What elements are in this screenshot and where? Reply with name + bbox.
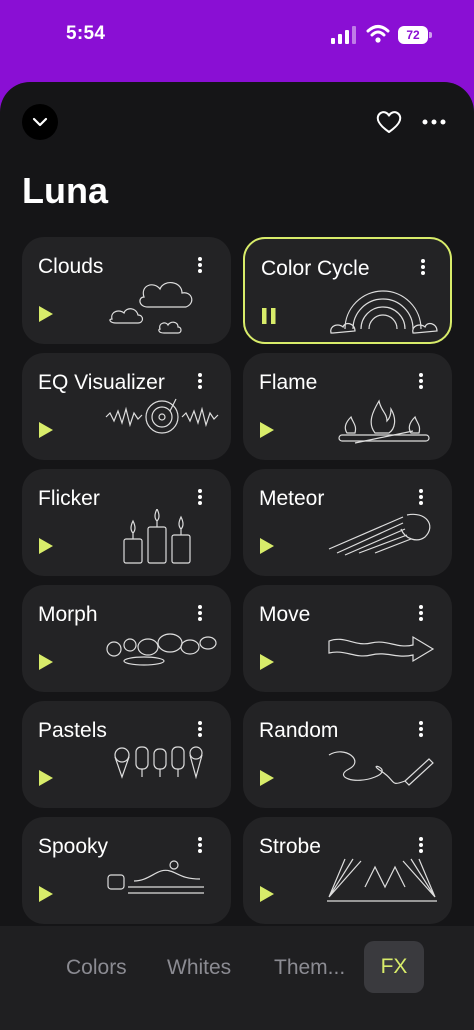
effect-name: Color Cycle xyxy=(261,257,370,280)
play-icon[interactable] xyxy=(38,305,54,323)
battery-level: 72 xyxy=(398,26,428,44)
effect-card-pastels[interactable]: Pastels xyxy=(22,701,231,808)
card-more-icon[interactable] xyxy=(190,835,210,855)
card-more-icon[interactable] xyxy=(411,603,431,623)
card-more-icon[interactable] xyxy=(190,603,210,623)
tab-fx[interactable]: FX xyxy=(364,941,424,993)
play-icon[interactable] xyxy=(259,885,275,903)
effect-name: Pastels xyxy=(38,719,107,742)
effect-name: Flicker xyxy=(38,487,100,510)
meteor-icon xyxy=(325,509,440,567)
page-title: Luna xyxy=(22,170,108,211)
effect-name: Spooky xyxy=(38,835,109,858)
play-icon[interactable] xyxy=(38,537,54,555)
play-icon[interactable] xyxy=(259,769,275,787)
candles-icon xyxy=(104,507,219,567)
effect-card-meteor[interactable]: Meteor xyxy=(243,469,452,576)
effect-card-move[interactable]: Move xyxy=(243,585,452,692)
card-more-icon[interactable] xyxy=(411,371,431,391)
effect-card-spooky[interactable]: Spooky xyxy=(22,817,231,924)
card-more-icon[interactable] xyxy=(190,371,210,391)
play-icon[interactable] xyxy=(38,653,54,671)
ghost-train-icon xyxy=(104,857,219,915)
cellular-signal-icon xyxy=(331,26,356,44)
effect-name: Flame xyxy=(259,371,318,394)
effect-card-flicker[interactable]: Flicker xyxy=(22,469,231,576)
card-more-icon[interactable] xyxy=(411,719,431,739)
rainbow-icon xyxy=(327,279,442,337)
effect-name: Random xyxy=(259,719,339,742)
effects-sheet: Luna Clouds Color Cycle EQ Visualizer Fl… xyxy=(0,82,474,1030)
effect-name: Meteor xyxy=(259,487,325,510)
blobs-icon xyxy=(104,625,219,683)
pause-icon[interactable] xyxy=(261,307,277,325)
card-more-icon[interactable] xyxy=(413,257,433,277)
effect-name: Strobe xyxy=(259,835,321,858)
card-more-icon[interactable] xyxy=(411,487,431,507)
effect-name: Morph xyxy=(38,603,98,626)
wifi-icon xyxy=(366,25,390,43)
battery-icon: 72 xyxy=(398,25,432,45)
play-icon[interactable] xyxy=(38,421,54,439)
favorite-heart-icon[interactable] xyxy=(375,108,403,136)
bottom-tab-bar: Colors Whites Them... FX xyxy=(0,926,474,1030)
arrow-icon xyxy=(325,625,440,683)
more-options-icon[interactable] xyxy=(420,110,448,134)
effect-card-flame[interactable]: Flame xyxy=(243,353,452,460)
chevron-down-icon xyxy=(32,117,48,127)
effect-name: Clouds xyxy=(38,255,104,278)
effect-card-strobe[interactable]: Strobe xyxy=(243,817,452,924)
card-more-icon[interactable] xyxy=(190,487,210,507)
card-more-icon[interactable] xyxy=(190,719,210,739)
campfire-icon xyxy=(325,393,440,451)
effect-card-eq-visualizer[interactable]: EQ Visualizer xyxy=(22,353,231,460)
tab-colors[interactable]: Colors xyxy=(66,956,127,980)
effect-card-morph[interactable]: Morph xyxy=(22,585,231,692)
icecream-icon xyxy=(104,741,219,799)
play-icon[interactable] xyxy=(259,537,275,555)
status-time: 5:54 xyxy=(66,23,106,44)
play-icon[interactable] xyxy=(259,421,275,439)
effect-card-random[interactable]: Random xyxy=(243,701,452,808)
effect-name: EQ Visualizer xyxy=(38,371,165,394)
record-icon xyxy=(104,393,219,451)
status-bar: 5:54 72 xyxy=(0,0,474,82)
tab-themes[interactable]: Them... xyxy=(274,956,345,980)
lights-icon xyxy=(325,857,440,915)
scribble-icon xyxy=(325,741,440,799)
effect-card-clouds[interactable]: Clouds xyxy=(22,237,231,344)
tab-whites[interactable]: Whites xyxy=(167,956,231,980)
effect-name: Move xyxy=(259,603,311,626)
card-more-icon[interactable] xyxy=(411,835,431,855)
play-icon[interactable] xyxy=(38,885,54,903)
collapse-button[interactable] xyxy=(22,104,58,140)
play-icon[interactable] xyxy=(38,769,54,787)
play-icon[interactable] xyxy=(259,653,275,671)
card-more-icon[interactable] xyxy=(190,255,210,275)
clouds-icon xyxy=(104,277,219,335)
effect-card-color-cycle[interactable]: Color Cycle xyxy=(243,237,452,344)
